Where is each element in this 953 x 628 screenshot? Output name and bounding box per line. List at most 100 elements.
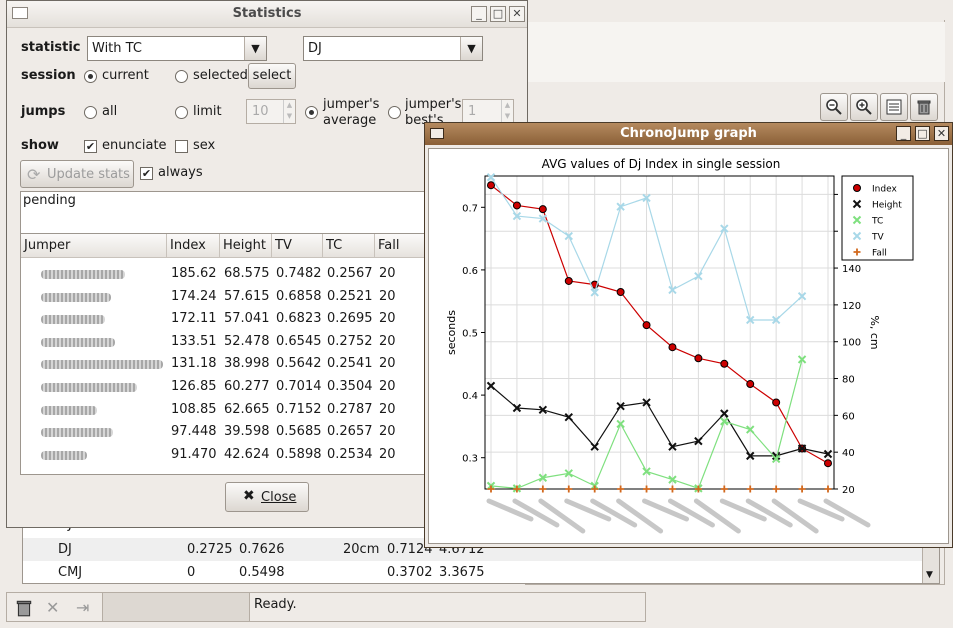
jumps-limit-label[interactable]: limit	[193, 104, 222, 119]
minimize-button[interactable]: _	[896, 126, 911, 141]
table-row[interactable]: 185.62 68.575 0.7482 0.2567 20	[21, 264, 428, 286]
table-row[interactable]: CMJ 0 0.5498 0.3702 3.3675	[23, 561, 923, 584]
jumper-name-blurred	[41, 450, 87, 460]
table-cell-fall: 20	[379, 333, 396, 349]
data-point	[538, 205, 547, 214]
session-selected-radio[interactable]	[175, 70, 188, 83]
table-cell-tc: 0.2541	[327, 356, 373, 372]
jumps-label: jumps	[21, 104, 66, 119]
jumps-all-radio[interactable]	[84, 106, 97, 119]
data-point	[643, 485, 651, 493]
scroll-down-icon[interactable]: ▼	[926, 570, 933, 580]
data-point	[539, 485, 547, 493]
main-right-pane	[528, 22, 945, 82]
table-row[interactable]: 174.24 57.615 0.6858 0.2521 20	[21, 287, 428, 309]
legend-entry: Fall	[872, 249, 887, 259]
data-point	[668, 485, 676, 493]
maximize-button[interactable]: □	[915, 126, 930, 141]
stats-text-view[interactable]: pending	[20, 191, 429, 237]
statistic-combo[interactable]: With TC ▼	[87, 36, 267, 61]
update-stats-button[interactable]: ⟳ Update stats	[20, 160, 134, 188]
table-row[interactable]: 126.85 60.277 0.7014 0.3504 20	[21, 377, 428, 399]
table-cell-index: 133.51	[171, 333, 217, 349]
data-point	[746, 380, 755, 389]
limit-spinner[interactable]: 10 ▲ ▼	[246, 99, 296, 124]
jumper-name-blurred	[41, 360, 163, 370]
table-row[interactable]: 91.470 42.624 0.5898 0.2534 20	[21, 445, 428, 467]
always-label[interactable]: always	[158, 165, 203, 180]
jump-type-combo[interactable]: DJ ▼	[303, 36, 483, 61]
jumps-all-label[interactable]: all	[102, 104, 117, 119]
data-point	[564, 276, 573, 285]
jumpers-average-radio[interactable]	[305, 106, 318, 119]
y2-tick-label: 20	[842, 485, 855, 496]
table-row[interactable]: 131.18 38.998 0.5642 0.2541 20	[21, 354, 428, 376]
table-row[interactable]: 172.11 57.041 0.6823 0.2695 20	[21, 309, 428, 331]
table-cell-tc: 0.2534	[327, 446, 373, 462]
show-label: show	[21, 138, 59, 153]
table-cell-fall: 20	[379, 356, 396, 372]
minimize-button[interactable]: _	[471, 6, 487, 22]
data-point	[798, 485, 806, 493]
table-cell-tc: 0.2567	[327, 266, 373, 281]
list-icon	[886, 99, 902, 115]
session-current-label[interactable]: current	[102, 68, 149, 83]
session-current-radio[interactable]	[84, 70, 97, 83]
data-point	[853, 184, 861, 192]
jumpers-best-radio[interactable]	[388, 106, 401, 119]
y2-tick-label: 120	[842, 301, 861, 312]
enunciate-label[interactable]: enunciate	[102, 138, 167, 153]
column-header-fall[interactable]: Fall	[375, 234, 428, 258]
table-row[interactable]: 108.85 62.665 0.7152 0.2787 20	[21, 400, 428, 422]
jumper-name-blurred	[41, 383, 137, 392]
y2-tick-label: 140	[842, 264, 861, 275]
table-cell-fall: 20	[379, 311, 396, 327]
jumps-limit-radio[interactable]	[175, 106, 188, 119]
list-view-button[interactable]	[880, 93, 908, 121]
table-cell-height: 57.615	[224, 288, 270, 304]
graph-titlebar[interactable]: ChronoJump graph _ □ ✕	[425, 123, 952, 145]
finish-icon[interactable]: ⇥	[76, 598, 89, 617]
data-point	[772, 398, 781, 407]
session-selected-label[interactable]: selected	[193, 68, 248, 83]
close-window-button[interactable]: ✕	[934, 126, 949, 141]
sex-checkbox[interactable]	[175, 140, 188, 153]
data-point	[565, 485, 573, 493]
stats-table[interactable]: Jumper Index Height TV TC Fall 185.62 68.…	[20, 233, 429, 475]
zoom-out-icon	[826, 99, 842, 115]
close-window-button[interactable]: ✕	[509, 6, 525, 22]
select-sessions-button[interactable]: select	[248, 63, 296, 89]
close-button[interactable]: ✖ Close	[225, 482, 309, 512]
y-axis-label: seconds	[445, 310, 458, 355]
jumpers-average-label[interactable]: jumper's average	[323, 97, 379, 129]
column-header-jumper[interactable]: Jumper	[21, 234, 167, 258]
always-checkbox[interactable]: ✔	[140, 167, 153, 180]
enunciate-checkbox[interactable]: ✔	[84, 140, 97, 153]
best-spinner[interactable]: 1 ▲ ▼	[462, 99, 514, 124]
table-cell-tc: 0.2787	[327, 401, 373, 417]
table-row[interactable]: 133.51 52.478 0.6545 0.2752 20	[21, 332, 428, 354]
chart-title: AVG values of Dj Index in single session	[542, 157, 781, 171]
column-header-height[interactable]: Height	[220, 234, 272, 258]
zoom-out-button[interactable]	[820, 93, 848, 121]
sex-label[interactable]: sex	[193, 138, 215, 153]
y2-tick-label: 80	[842, 375, 855, 386]
table-cell-index: 91.470	[171, 446, 217, 462]
table-row[interactable]: 97.448 39.598 0.5685 0.2657 20	[21, 422, 428, 444]
delete-button[interactable]	[910, 93, 938, 121]
spin-arrows-icon: ▲ ▼	[501, 100, 513, 123]
column-header-tc[interactable]: TC	[323, 234, 375, 258]
data-point	[694, 354, 703, 363]
column-header-tv[interactable]: TV	[272, 234, 323, 258]
table-cell-index: 108.85	[171, 401, 217, 417]
column-header-index[interactable]: Index	[167, 234, 220, 258]
window-title: ChronoJump graph	[620, 126, 757, 141]
zoom-in-button[interactable]	[850, 93, 878, 121]
jumper-name-blurred	[41, 315, 105, 325]
zoom-in-icon	[856, 99, 872, 115]
delete-jump-button[interactable]	[14, 598, 34, 622]
cancel-icon[interactable]: ✕	[46, 598, 59, 617]
maximize-button[interactable]: □	[490, 6, 506, 22]
table-cell-tv: 0.6858	[276, 288, 322, 304]
statistics-titlebar[interactable]: Statistics _ □ ✕	[7, 1, 527, 28]
